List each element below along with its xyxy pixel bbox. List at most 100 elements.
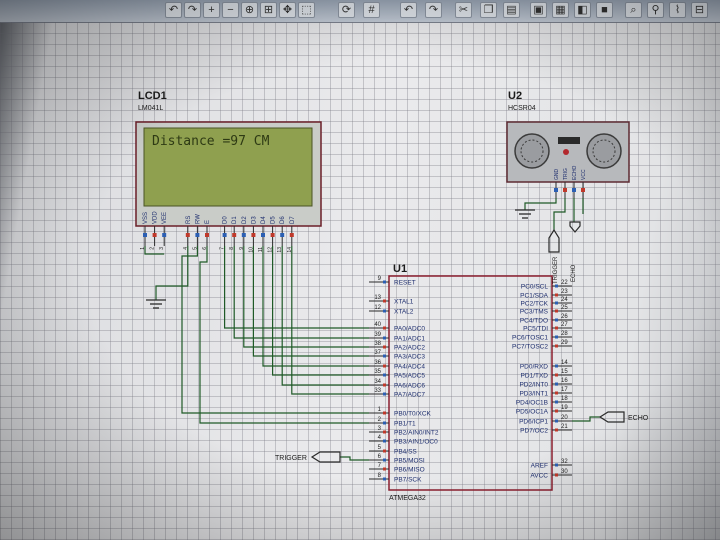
lcd-pin-marker (241, 233, 246, 237)
lcd-pin-name-d0: D0 (223, 216, 229, 224)
mcu-pin-name: PB5/MOSI (394, 458, 425, 465)
mcu-pin-number: 8 (378, 473, 382, 479)
mcu-pin-name: PC3/TMS (520, 309, 549, 316)
sensor-pin-marker (572, 188, 576, 192)
mcu-pin-number: 26 (561, 314, 568, 320)
mcu-pin-number: 18 (561, 396, 568, 402)
wire-lcd-d1[interactable] (233, 246, 369, 339)
lcd-pin-number: 2 (150, 247, 156, 250)
mcu-pin-marker (555, 400, 558, 404)
wire-lcd-e[interactable] (199, 246, 369, 424)
mcu-right-pins: 22 PC0/SCL 23 PC1/SDA 24 PC2/TCK 25 PC3/TMS 26 PC… (512, 280, 572, 480)
sensor-transducer-left (514, 133, 550, 169)
lcd-component[interactable]: LCD1 LM041L Distance =97 CM VSS1VDD2VEE3… (135, 90, 322, 253)
mcu-pin-marker (383, 458, 386, 462)
mcu-pin-number: 37 (374, 350, 381, 356)
wire-lcd-rs[interactable] (181, 246, 369, 414)
mcu-pin-number: 14 (561, 360, 568, 366)
mcu-pin-name: PB7/SCK (394, 477, 422, 484)
mcu-pin-name: RESET (394, 280, 416, 287)
mcu-pin-marker (555, 335, 558, 339)
echo-terminal[interactable]: ECHO (598, 411, 649, 423)
mcu-pin-number: 35 (374, 369, 381, 375)
lcd-pin-name-d7: D7 (290, 216, 296, 224)
lcd-part-label: LM041L (138, 105, 163, 112)
mcu-pin-number: 5 (378, 445, 382, 451)
sensor-ground-symbol (515, 209, 535, 219)
mcu-pin-marker (555, 309, 558, 313)
mcu-pin-number: 29 (561, 340, 568, 346)
sensor-pin-name-vcc: VCC (581, 169, 587, 180)
lcd-pin-name-d1: D1 (232, 216, 238, 224)
trigger-terminal[interactable]: TRIGGER (275, 451, 341, 463)
wire-lcd-d3[interactable] (252, 246, 369, 357)
mcu-pin-number: 6 (378, 454, 382, 460)
wire-lcd-d7[interactable] (291, 246, 369, 395)
lcd-pin-name-vdd: VDD (153, 211, 159, 224)
lcd-ref-label: LCD1 (138, 90, 167, 102)
lcd-pin-marker (289, 233, 294, 237)
wire-trigger[interactable] (340, 456, 369, 461)
mcu-pin-marker (555, 419, 558, 423)
mcu-pin-number: 20 (561, 415, 568, 421)
mcu-pin-marker (383, 477, 386, 481)
mcu-pin-name: PB0/T0/XCK (394, 411, 432, 418)
mcu-left-pins: 9RESET13XTAL112XTAL240PA0/ADC039PA1/ADC1… (369, 276, 439, 484)
mcu-pin-marker (383, 383, 386, 387)
mcu-pin-marker (383, 411, 386, 415)
mcu-pin-marker (555, 326, 558, 330)
mcu-pin-name: PA1/ADC1 (394, 336, 425, 343)
mcu-pin-marker (555, 409, 558, 413)
mcu-pin-number: 12 (374, 305, 381, 311)
mcu-pin-number: 25 (561, 305, 568, 311)
mcu-pin-number: 27 (561, 322, 568, 328)
microcontroller-component[interactable]: U1 ATMEGA32 9RESET13XTAL112XTAL240PA0/AD… (369, 263, 572, 502)
mcu-pin-name: PB3/AIN1/OC0 (394, 439, 438, 446)
sensor-pin-marker (581, 188, 585, 192)
lcd-pin-marker (251, 233, 256, 237)
mcu-pin-number: 38 (374, 341, 381, 347)
wire-sensor-ground[interactable] (524, 198, 557, 210)
mcu-pin-name: PC5/TDI (523, 326, 548, 333)
mcu-pin-marker (383, 373, 386, 377)
wire-lcd-d4[interactable] (262, 246, 369, 367)
sensor-part-label: HCSR04 (508, 105, 536, 112)
mcu-pin-marker (383, 439, 386, 443)
echo-terminal-label: ECHO (628, 415, 649, 422)
mcu-pin-number: 34 (374, 379, 381, 385)
mcu-pin-marker (555, 428, 558, 432)
mcu-pin-name: PD2/INT0 (519, 382, 548, 389)
wire-lcd-d6[interactable] (281, 246, 369, 386)
lcd-display-text: Distance =97 CM (152, 134, 270, 149)
mcu-ref-label: U1 (393, 263, 407, 275)
sensor-echo-terminal[interactable]: ECHO (569, 221, 581, 282)
lcd-pin-name-d2: D2 (242, 216, 248, 224)
mcu-pin-name: PA4/ADC4 (394, 364, 425, 371)
lcd-pin-marker (280, 233, 285, 237)
wire-lcd-d0[interactable] (224, 246, 369, 329)
mcu-pin-number: 19 (561, 405, 568, 411)
mcu-pin-name: PA0/ADC0 (394, 326, 425, 333)
mcu-pin-name: PD6/ICP1 (519, 419, 548, 426)
lcd-pin-marker (185, 233, 190, 237)
lcd-ground-symbol (146, 299, 166, 309)
lcd-pin-name-d4: D4 (261, 216, 267, 224)
sensor-transducer-right (586, 133, 622, 169)
mcu-pin-number: 15 (561, 369, 568, 375)
lcd-pin-marker (270, 233, 275, 237)
mcu-pin-number: 22 (561, 280, 568, 286)
lcd-pin-name-vss: VSS (143, 212, 149, 224)
mcu-pin-marker (555, 301, 558, 305)
mcu-pin-name: PA6/ADC6 (394, 383, 425, 390)
mcu-pin-marker (383, 354, 386, 358)
mcu-pin-name: PD5/OC1A (516, 409, 549, 416)
mcu-pin-number: 36 (374, 360, 381, 366)
ultrasonic-sensor-component[interactable]: U2 HCSR04 GND TRIG ECHO VCC (506, 90, 630, 198)
mcu-pin-marker (383, 364, 386, 368)
lcd-pin-marker (232, 233, 237, 237)
wire-echo[interactable] (572, 416, 600, 422)
mcu-pin-marker (555, 373, 558, 377)
lcd-pin-name-d6: D6 (280, 216, 286, 224)
mcu-pin-name: PC7/TOSC2 (512, 344, 548, 351)
mcu-pin-number: 21 (561, 424, 568, 430)
